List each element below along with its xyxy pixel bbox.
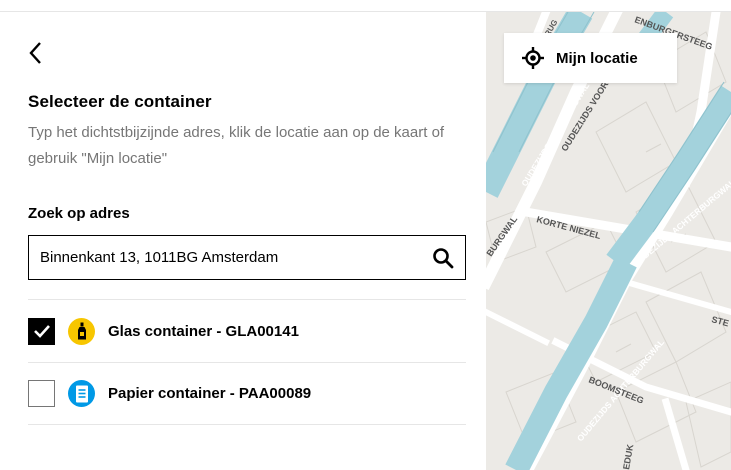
top-divider: [0, 0, 731, 12]
container-list-item[interactable]: Papier container - PAA00089: [28, 362, 466, 425]
search-label: Zoek op adres: [28, 205, 130, 222]
container-checkbox-glass[interactable]: [28, 317, 55, 345]
container-label: Glas container - GLA00141: [108, 322, 299, 340]
address-search-input[interactable]: [29, 236, 421, 279]
street-label: STE: [710, 314, 730, 328]
street-label: EDUK: [621, 443, 635, 470]
checkmark-icon: [33, 325, 50, 338]
bottle-icon: [77, 322, 86, 340]
container-list: Glas container - GLA00141 Papier contain…: [28, 299, 466, 425]
my-location-button[interactable]: Mijn locatie: [504, 33, 677, 83]
glass-container-badge: [68, 317, 95, 345]
side-panel: Selecteer de container Typ het dichtstbi…: [0, 12, 486, 470]
container-checkbox-paper[interactable]: [28, 380, 55, 407]
container-label: Papier container - PAA00089: [108, 385, 312, 402]
paper-icon: [75, 385, 88, 402]
paper-container-badge: [68, 380, 95, 407]
instruction-text: Typ het dichtstbijzijnde adres, klik de …: [28, 124, 445, 167]
address-search-box: [28, 235, 466, 280]
page-title: Selecteer de container: [28, 92, 212, 111]
back-button[interactable]: [28, 38, 58, 68]
chevron-left-icon: [29, 42, 41, 64]
search-button[interactable]: [421, 236, 465, 279]
crosshair-icon: [522, 47, 544, 69]
search-icon: [433, 247, 454, 268]
container-list-item[interactable]: Glas container - GLA00141: [28, 299, 466, 362]
my-location-label: Mijn locatie: [556, 49, 638, 67]
